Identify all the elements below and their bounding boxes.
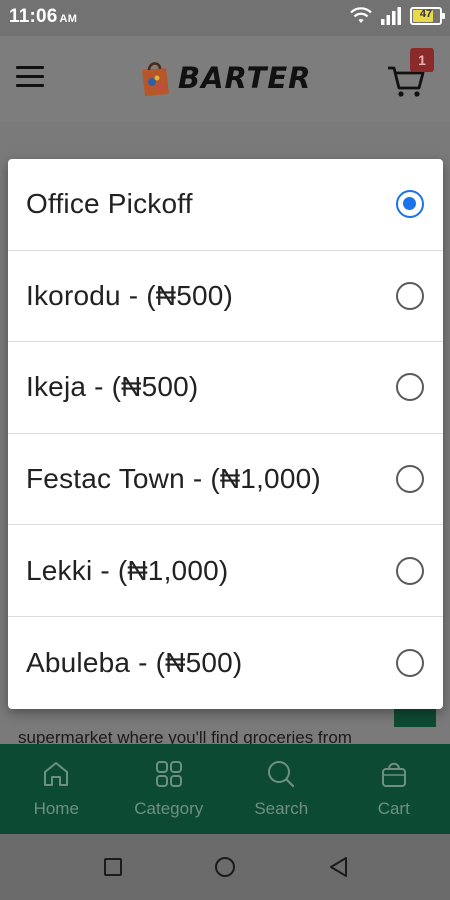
menu-icon[interactable] (16, 66, 44, 90)
shopping-bag-logo-icon (142, 62, 169, 96)
home-icon (44, 762, 69, 786)
option-ikeja[interactable]: Ikeja - (₦500) (8, 342, 443, 434)
nav-search-label: Search (254, 799, 309, 818)
cart-badge: 1 (410, 48, 434, 72)
home-button[interactable] (215, 857, 235, 877)
bottom-nav: Home Category Search Cart (0, 744, 450, 834)
radio-button[interactable] (396, 556, 424, 585)
option-label: Lekki - (₦1,000) (26, 554, 229, 586)
radio-button[interactable] (396, 373, 424, 402)
option-label: Office Pickoff (26, 188, 193, 220)
status-bar: 11:06 AM 47 (0, 0, 450, 36)
wifi-icon (350, 7, 372, 23)
time-text: 11:06 (9, 6, 58, 27)
battery-icon: 47 (410, 7, 445, 25)
option-label: Ikeja - (₦500) (26, 371, 199, 403)
option-label: Ikorodu - (₦500) (26, 279, 234, 311)
nav-home-label: Home (33, 799, 79, 818)
nav-category-label: Category (134, 799, 204, 818)
logo: BARTER (136, 58, 312, 98)
nav-cart-label: Cart (377, 799, 410, 818)
search-icon (268, 761, 295, 788)
radio-button[interactable] (396, 465, 424, 494)
delivery-options-dialog: Office Pickoff Ikorodu - (₦500) Ikeja - … (8, 159, 443, 709)
back-button[interactable] (328, 856, 348, 878)
option-office-pickoff[interactable]: Office Pickoff (8, 159, 443, 251)
option-abuleba[interactable]: Abuleba - (₦500) (8, 617, 443, 709)
status-time: 11:06 AM (9, 6, 77, 28)
option-lekki[interactable]: Lekki - (₦1,000) (8, 525, 443, 617)
signal-icon (381, 7, 401, 25)
battery-level: 47 (419, 8, 433, 20)
option-label: Festac Town - (₦1,000) (26, 463, 321, 495)
grid-icon (155, 761, 182, 787)
nav-category[interactable]: Category (113, 744, 226, 834)
radio-button[interactable] (396, 190, 424, 219)
radio-button[interactable] (396, 281, 424, 310)
option-ikorodu[interactable]: Ikorodu - (₦500) (8, 251, 443, 343)
status-icons: 47 (350, 7, 445, 25)
ampm-text: AM (59, 13, 78, 25)
system-nav-bar (0, 834, 450, 900)
option-label: Abuleba - (₦500) (26, 646, 243, 678)
logo-text: BARTER (178, 61, 312, 95)
bag-icon (381, 762, 406, 787)
nav-cart[interactable]: Cart (338, 744, 450, 834)
radio-button[interactable] (396, 648, 424, 677)
app-header: BARTER 1 (0, 36, 450, 122)
recents-button[interactable] (104, 858, 122, 876)
nav-search[interactable]: Search (225, 744, 338, 834)
nav-home[interactable]: Home (0, 744, 113, 834)
option-festac-town[interactable]: Festac Town - (₦1,000) (8, 434, 443, 526)
